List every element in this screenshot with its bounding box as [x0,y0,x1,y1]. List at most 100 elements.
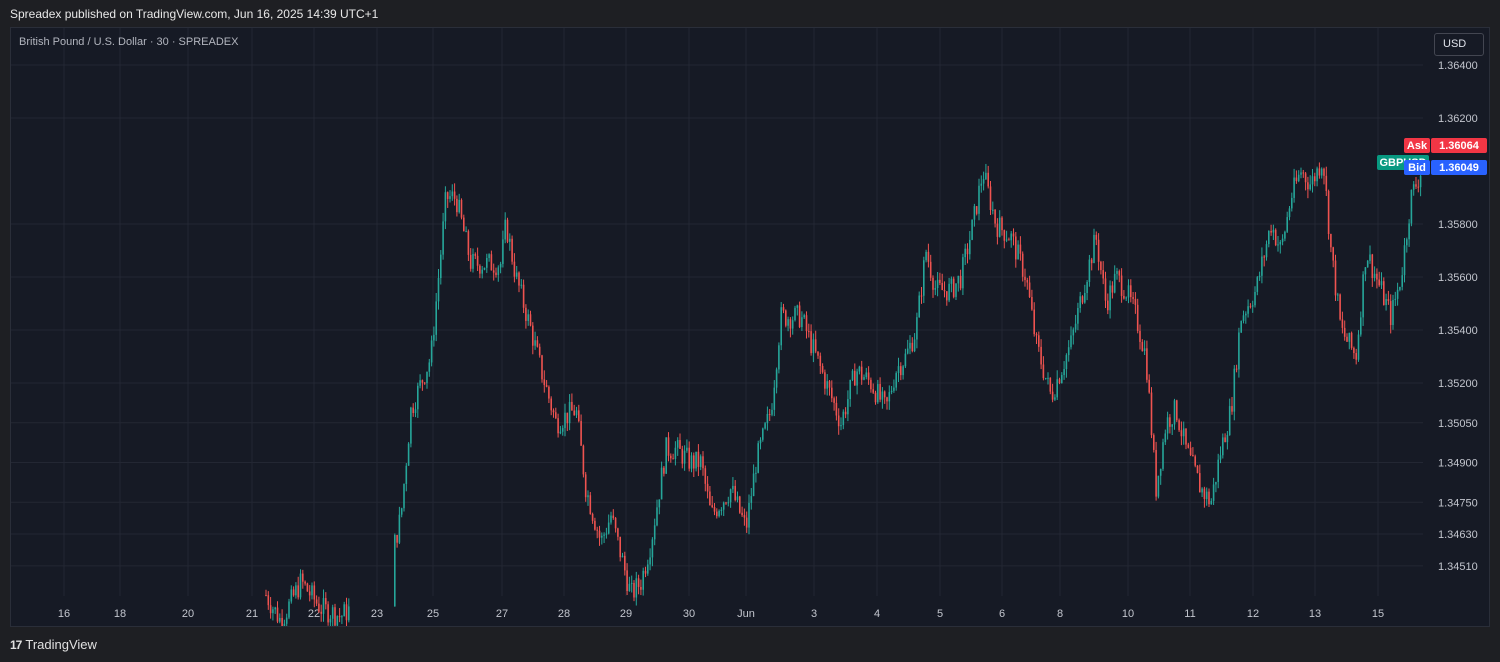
candle-body [775,369,778,388]
candle-body [1074,323,1077,330]
candle-body [426,371,428,384]
candle-body [1109,285,1111,311]
candle-body [803,315,805,318]
candle-body [1070,335,1072,348]
candle-body [854,370,856,386]
candle-body [1097,239,1100,262]
candle-body [582,445,585,475]
candle-body [1228,406,1231,436]
candle-body [469,254,472,269]
candle-body [1261,256,1263,276]
candle-body [584,474,587,498]
candle-body [1320,168,1323,176]
candle-body [1067,347,1070,356]
candle-body [1081,296,1084,303]
candle-body [1217,459,1219,482]
candle-body [423,382,426,384]
candle-body [994,209,996,224]
candle-body [617,528,619,537]
candle-body [688,447,690,469]
candle-body [1008,239,1010,241]
chart-pane[interactable]: 1.36400 1.36200 1.35800 1.35600 1.35400 1.352… [10,27,1490,627]
candle-body [479,265,481,274]
candle-body [814,339,817,352]
candle-body [998,217,1001,237]
x-tick-label: 3 [811,608,817,620]
y-tick-label: 1.34900 [1438,458,1478,470]
candle-body [394,534,396,607]
candle-body [396,534,398,543]
symbol-legend: British Pound / U.S. Dollar · 30 · SPREA… [19,36,239,48]
candle-body [936,279,939,288]
candle-body [1086,281,1088,293]
candle-body [343,604,345,617]
candlestick-chart[interactable]: 1.36400 1.36200 1.35800 1.35600 1.35400 1.352… [11,28,1489,626]
y-tick-label: 1.34750 [1438,497,1478,509]
candle-body [1256,277,1259,292]
candle-body [1297,174,1300,182]
candle-body [1210,500,1213,505]
candle-body [1164,433,1167,443]
candle-body [913,339,916,352]
candle-body [833,398,835,403]
candle-body [513,261,516,277]
candle-body [1173,400,1176,425]
candle-body [527,314,529,321]
candle-body [444,192,447,222]
x-tick-label: 12 [1247,608,1259,620]
candle-body [486,257,488,268]
currency-button[interactable]: USD [1434,33,1484,56]
x-tick-label: 16 [58,608,70,620]
candle-body [1212,484,1215,501]
y-tick-label: 1.35800 [1438,219,1478,231]
x-tick-label: 21 [246,608,258,620]
candle-body [1300,172,1302,175]
candle-body [736,496,739,501]
candle-body [1304,173,1307,183]
x-tick-label: 15 [1372,608,1384,620]
candle-body [267,595,270,606]
candle-body [1077,307,1079,324]
candle-body [601,535,603,538]
candle-body [1028,282,1031,298]
candle-body [1038,335,1040,347]
candle-body [1394,298,1397,300]
candle-body [1371,254,1374,279]
candle-body [1118,271,1121,276]
candle-body [488,254,490,258]
candle-body [1120,275,1123,296]
candle-body [1406,239,1408,246]
candle-body [306,583,309,592]
candle-body [327,604,329,623]
candle-body [879,384,881,400]
candle-body [1192,455,1194,457]
candle-body [410,407,412,444]
candle-body [1005,239,1008,241]
candle-body [338,616,341,618]
candle-body [711,505,713,508]
candle-body [1415,184,1417,187]
candle-body [789,319,792,329]
candle-body [1208,491,1210,505]
candle-body [670,455,672,459]
candle-body [315,599,318,604]
candle-body [702,456,704,469]
candle-body [904,353,907,367]
tradingview-logo-text: TradingView [25,637,97,652]
candle-body [911,342,914,352]
candle-body [1366,260,1369,268]
candle-body [718,510,720,517]
tradingview-logo[interactable]: 17 TradingView [10,637,97,652]
candle-body [713,507,716,512]
candle-body [1040,346,1042,365]
y-tick-label: 1.34630 [1438,529,1478,541]
x-tick-label: 13 [1309,608,1321,620]
candle-body [1364,267,1367,275]
candle-body [697,451,700,467]
candle-body [690,455,693,469]
candle-body [1127,285,1130,298]
candle-body [499,263,502,268]
candle-body [1194,456,1196,466]
candle-body [716,511,718,517]
x-tick-label: 5 [937,608,943,620]
